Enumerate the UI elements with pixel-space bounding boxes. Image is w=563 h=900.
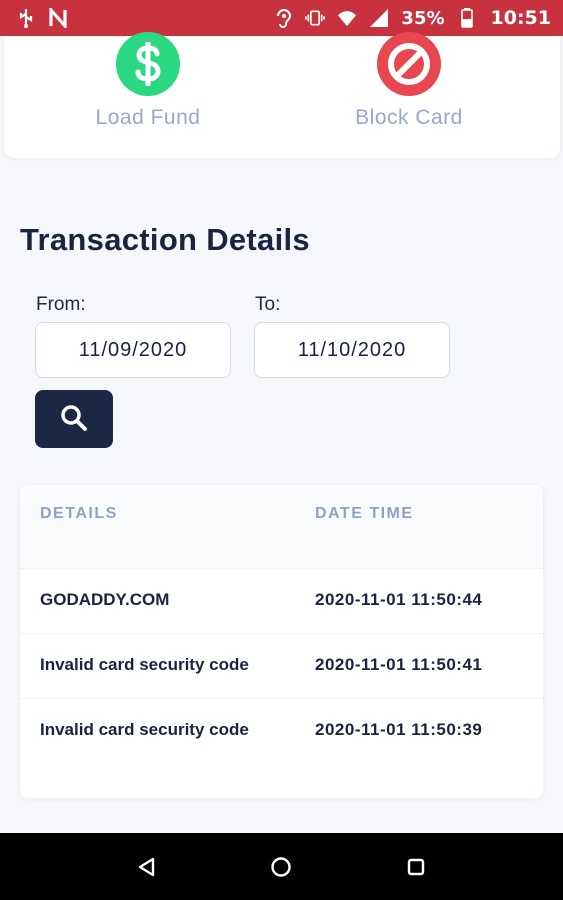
transactions-table: DETAILS DATE TIME GODADDY.COM 2020-11-01…	[20, 485, 543, 798]
wifi-icon	[337, 8, 357, 28]
battery-percent: 35%	[401, 7, 445, 29]
actions-card: Load Fund Block Card	[4, 32, 560, 158]
load-fund-label: Load Fund	[95, 106, 201, 129]
hearing-icon	[273, 8, 293, 28]
battery-icon	[457, 8, 477, 28]
column-header-date-time: DATE TIME	[315, 505, 414, 522]
search-button[interactable]	[35, 390, 113, 448]
row-details: Invalid card security code	[40, 720, 249, 739]
block-card-button[interactable]: Block Card	[319, 32, 499, 130]
load-fund-button[interactable]: Load Fund	[58, 32, 238, 130]
page-title: Transaction Details	[20, 222, 310, 257]
from-date-input[interactable]	[35, 322, 231, 378]
to-label: To:	[255, 294, 281, 315]
table-row[interactable]: Invalid card security code 2020-11-01 11…	[20, 634, 543, 699]
clock: 10:51	[490, 7, 551, 29]
row-date-time: 2020-11-01 11:50:39	[315, 720, 483, 739]
back-icon[interactable]	[127, 847, 167, 887]
row-details: Invalid card security code	[40, 655, 249, 674]
status-left	[16, 8, 68, 28]
block-card-label: Block Card	[355, 106, 463, 129]
n-notification-icon	[48, 8, 68, 28]
home-icon[interactable]	[261, 847, 301, 887]
table-header: DETAILS DATE TIME	[20, 485, 543, 569]
search-icon	[59, 403, 89, 436]
usb-icon	[16, 8, 36, 28]
row-date-time: 2020-11-01 11:50:44	[315, 590, 483, 609]
column-header-details: DETAILS	[40, 505, 118, 522]
vibrate-icon	[305, 8, 326, 28]
navigation-bar	[0, 833, 563, 900]
row-date-time: 2020-11-01 11:50:41	[315, 655, 483, 674]
status-bar: 35% 10:51	[0, 0, 563, 36]
dollar-icon	[116, 32, 180, 96]
row-details: GODADDY.COM	[40, 590, 170, 609]
table-row[interactable]: Invalid card security code 2020-11-01 11…	[20, 699, 543, 764]
status-right: 35% 10:51	[273, 7, 551, 29]
recents-icon[interactable]	[396, 847, 436, 887]
block-icon	[377, 32, 441, 96]
from-label: From:	[36, 294, 86, 315]
to-date-input[interactable]	[254, 322, 450, 378]
table-row[interactable]: GODADDY.COM 2020-11-01 11:50:44	[20, 569, 543, 634]
signal-icon	[369, 8, 389, 28]
